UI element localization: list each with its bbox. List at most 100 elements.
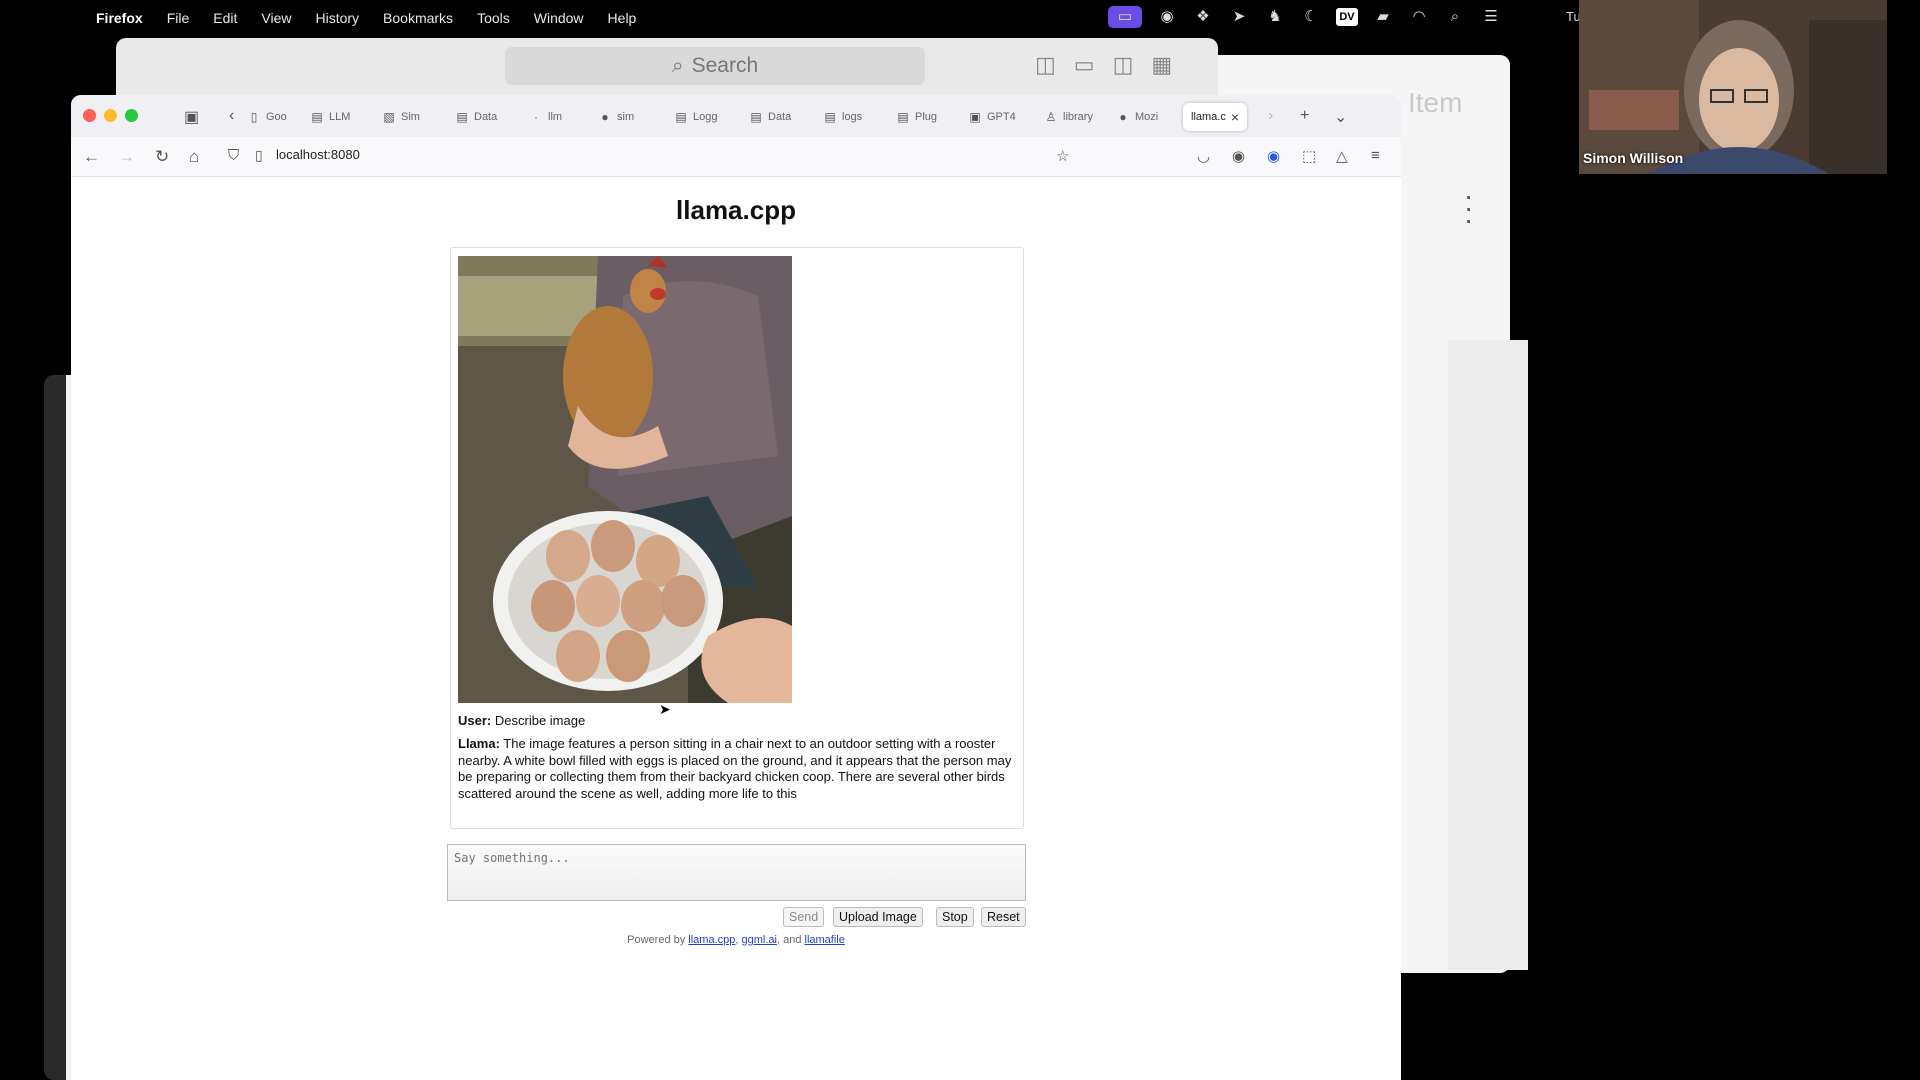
extensions-icon[interactable]: ⬚ (1302, 147, 1316, 165)
reload-icon[interactable]: ↻ (155, 147, 169, 167)
control-center-icon[interactable]: ☰ (1480, 6, 1502, 28)
page-info-icon[interactable]: ▯ (255, 147, 263, 164)
send-button[interactable]: Send (783, 907, 825, 927)
upload-image-button[interactable]: Upload Image (833, 907, 923, 927)
tab-mozi-github[interactable]: ● Mozi (1116, 103, 1158, 131)
spotlight-search-icon[interactable]: ⌕ (1444, 6, 1466, 28)
llamafile-link[interactable]: llamafile (805, 934, 845, 946)
user-message-text: Describe image (494, 713, 586, 728)
dv-icon[interactable]: DV (1336, 8, 1358, 26)
close-window-button[interactable] (83, 109, 96, 122)
menu-window[interactable]: Window (534, 10, 584, 26)
llama-cpp-link[interactable]: llama.cpp (688, 934, 735, 946)
tab-label: Sim (401, 111, 420, 123)
tab-llm-2[interactable]: · llm (529, 103, 562, 131)
moon-icon[interactable]: ☾ (1300, 6, 1322, 28)
screen-share-icon[interactable]: ▭ (1108, 6, 1142, 28)
document-icon: · (534, 110, 538, 124)
menu-edit[interactable]: Edit (213, 10, 237, 26)
background-search-field[interactable]: ⌕ Search (505, 47, 925, 85)
sidebar-right-icon[interactable]: ◫ (1113, 52, 1134, 78)
tab-logs[interactable]: ▤ logs (823, 103, 862, 131)
tab-llm[interactable]: ▤ LLM (310, 103, 350, 131)
minimize-window-button[interactable] (104, 109, 117, 122)
menu-app-firefox[interactable]: Firefox (96, 10, 143, 26)
tab-data-2[interactable]: ▤ Data (749, 103, 791, 131)
tab-label: Logg (693, 111, 718, 123)
window-controls (83, 109, 138, 122)
sidebar-left-icon[interactable]: ◫ (1035, 52, 1056, 78)
account-icon[interactable]: ◉ (1232, 147, 1245, 165)
message-input[interactable] (447, 844, 1026, 901)
app-menu-icon[interactable]: ≡ (1371, 147, 1380, 164)
list-all-tabs-icon[interactable]: ⌄ (1334, 107, 1347, 127)
document-icon: ▯ (250, 110, 258, 124)
tab-goo[interactable]: ▯ Goo (247, 103, 287, 131)
menu-tools[interactable]: Tools (477, 10, 510, 26)
home-icon[interactable]: ⌂ (189, 147, 199, 167)
chat-transcript: User: Describe image Llama: The image fe… (450, 247, 1024, 829)
bookmark-star-icon[interactable]: ☆ (1056, 147, 1069, 165)
background-toolbar: ◫ ▭ ◫ ▦ (1035, 52, 1172, 78)
new-tab-icon[interactable]: + (1300, 107, 1309, 125)
tab-label: Plug (915, 111, 938, 123)
close-tab-icon[interactable]: × (1231, 109, 1239, 125)
firefox-view-icon[interactable]: ▣ (184, 107, 199, 127)
tab-label: sim (617, 111, 635, 123)
tab-label: Data (768, 111, 792, 123)
menu-bookmarks[interactable]: Bookmarks (383, 10, 453, 26)
menu-help[interactable]: Help (608, 10, 637, 26)
zoom-window-button[interactable] (125, 109, 138, 122)
tab-logg[interactable]: ▤ Logg (674, 103, 717, 131)
tab-scroll-right-icon[interactable]: › (1268, 107, 1273, 125)
image-icon: ▧ (383, 110, 395, 124)
nav-bar: ← → ↻ ⌂ ⛉ ▯ localhost:8080 ☆ ◡ ◉ ◉ ⬚ △ ≡ (71, 137, 1401, 177)
back-button-icon[interactable]: ← (83, 147, 100, 167)
tab-sim-1[interactable]: ▧ Sim (382, 103, 420, 131)
webcam-video-presenter (1579, 0, 1887, 174)
user-message: User: Describe image (458, 713, 1013, 730)
wifi-icon[interactable]: ◠ (1408, 6, 1430, 28)
tracking-shield-icon[interactable]: ⛉ (228, 147, 239, 164)
grid-layout-icon[interactable]: ▦ (1151, 52, 1172, 78)
tab-plug[interactable]: ▤ Plug (896, 103, 937, 131)
webcam-overlay: Simon Willison (1579, 0, 1887, 174)
dropbox-icon[interactable]: ❖ (1192, 6, 1214, 28)
tab-library[interactable]: ♙ library (1044, 103, 1093, 131)
more-options-icon[interactable]: · · · (1464, 182, 1473, 234)
stop-button[interactable]: Stop (936, 907, 974, 927)
menu-file[interactable]: File (167, 10, 190, 26)
battery-icon[interactable]: ▰ (1372, 6, 1394, 28)
tab-llama-active[interactable]: llama.c × (1183, 103, 1248, 131)
table-icon: ▤ (750, 110, 762, 124)
tab-label: logs (842, 111, 863, 123)
user-message-speaker: User: (458, 713, 492, 728)
tab-sim-github[interactable]: ● sim (598, 103, 634, 131)
background-side-panel (1448, 340, 1528, 970)
menu-view[interactable]: View (261, 10, 291, 26)
background-item-label: Item (1408, 87, 1463, 118)
menu-history[interactable]: History (315, 10, 359, 26)
tab-bar: ▣ ‹ ▯ Goo ▤ LLM ▧ Sim ▤ Data · llm ● sim ▤ Logg… (71, 95, 1401, 137)
person-icon: ♙ (1045, 110, 1057, 124)
tab-scroll-left-icon[interactable]: ‹ (229, 107, 234, 125)
cat-icon[interactable]: ♞ (1264, 6, 1286, 28)
onepassword-icon[interactable]: ◉ (1156, 6, 1178, 28)
panel-bottom-icon[interactable]: ▭ (1074, 52, 1095, 78)
onepassword-extension-icon[interactable]: ◉ (1267, 147, 1280, 165)
tab-data-1[interactable]: ▤ Data (455, 103, 497, 131)
tab-label: Mozi (1135, 111, 1159, 123)
pocket-icon[interactable]: ◡ (1197, 147, 1210, 165)
location-icon[interactable]: ➤ (1228, 6, 1250, 28)
tab-gpt4[interactable]: ▣ GPT4 (968, 103, 1015, 131)
status-area: ▭ ◉ ❖ ➤ ♞ ☾ DV ▰ ◠ ⌕ ☰ (1108, 6, 1502, 28)
url-field[interactable]: localhost:8080 (276, 147, 360, 162)
extension-triangle-icon[interactable]: △ (1336, 147, 1348, 165)
background-search-label: Search (691, 54, 759, 77)
ggml-ai-link[interactable]: ggml.ai (742, 934, 777, 946)
uploaded-image (458, 256, 792, 703)
reset-button[interactable]: Reset (981, 907, 1026, 927)
document-icon: ▤ (311, 110, 323, 124)
forward-button-icon[interactable]: → (118, 147, 135, 167)
table-icon: ▤ (456, 110, 468, 124)
